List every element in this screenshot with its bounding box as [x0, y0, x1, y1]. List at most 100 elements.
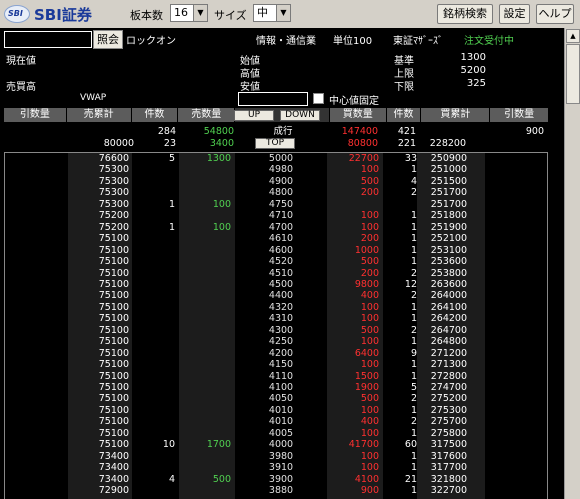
price-cell[interactable]: 4110 [235, 371, 327, 383]
price-cell[interactable]: 4320 [235, 302, 327, 314]
ladder-row[interactable]: 75300 1 100 4750 251700 [5, 199, 547, 211]
ladder-row[interactable]: 75100 4610 200 1 252100 [5, 233, 547, 245]
price-cell[interactable]: 4710 [235, 210, 327, 222]
top-button[interactable]: TOP [255, 138, 295, 149]
sell-cumulative-cell: 75300 [98, 187, 129, 199]
sell-count-cell [131, 383, 175, 394]
buy-cumulative-cell: 317600 [430, 450, 467, 462]
price-cell[interactable]: 4010 [235, 405, 327, 417]
ladder-row[interactable]: 73400 4 500 3900 4100 21 321800 [5, 473, 547, 486]
ladder-row[interactable]: 75100 4510 200 2 253800 [5, 268, 547, 280]
ladder-row[interactable]: 75100 4050 500 2 275200 [5, 393, 547, 405]
size-select[interactable]: 中 ▼ [253, 4, 291, 22]
query-button[interactable]: 照会 [93, 30, 123, 49]
ladder-row[interactable]: 75300 4900 500 4 251500 [5, 176, 547, 188]
board-count-select[interactable]: 16 ▼ [170, 4, 208, 22]
sell-qty-cell: 500 [212, 473, 231, 485]
ladder-row[interactable]: 75100 4200 6400 9 271200 [5, 347, 547, 360]
price-cell[interactable]: 4400 [235, 291, 327, 302]
buy-count-cell: 21 [404, 473, 417, 485]
price-cell[interactable]: 4100 [235, 382, 327, 394]
price-cell[interactable]: 4900 [235, 176, 327, 188]
up-button[interactable]: UP [234, 110, 274, 121]
scrollbar-thumb[interactable] [566, 44, 580, 104]
current-price-label: 現在値 [6, 56, 36, 67]
price-cell[interactable]: 3900 [235, 474, 327, 486]
ladder-row[interactable]: 75100 4010 100 1 275300 [5, 404, 547, 417]
price-cell[interactable]: 4520 [235, 256, 327, 268]
price-cell[interactable]: 4700 [235, 222, 327, 234]
buy-qty-cell: 100 [360, 359, 379, 371]
ladder-row[interactable]: 75100 10 1700 4000 41700 60 317500 [5, 439, 547, 451]
ladder-row[interactable]: 75100 4100 1900 5 274700 [5, 382, 547, 394]
price-cell[interactable]: 4750 [235, 199, 327, 211]
price-cell[interactable]: 4000 [235, 439, 327, 451]
ladder-row[interactable]: 75300 4980 100 1 251000 [5, 164, 547, 176]
price-cell[interactable]: 4010 [235, 417, 327, 428]
sell-qty-cell [177, 383, 231, 394]
chevron-down-icon: ▼ [276, 5, 290, 21]
center-fixed-checkbox[interactable] [313, 93, 324, 104]
buy-count-cell: 33 [404, 153, 417, 164]
ladder-row[interactable]: 76600 5 1300 5000 22700 33 250900 [5, 153, 547, 165]
price-cell[interactable]: 4980 [235, 165, 327, 176]
price-cell[interactable]: 4050 [235, 394, 327, 405]
price-cell[interactable]: 4200 [235, 348, 327, 360]
over-sell-count: 23 [163, 138, 176, 149]
price-cell[interactable]: 4610 [235, 233, 327, 245]
center-price-input[interactable] [238, 92, 308, 106]
ladder-row[interactable]: 75100 4300 500 2 264700 [5, 325, 547, 337]
buy-count-cell: 1 [410, 404, 417, 416]
sell-cumulative-cell: 75100 [98, 278, 129, 290]
buy-count-cell: 2 [410, 187, 417, 199]
buy-count-cell: 1 [410, 313, 417, 325]
vertical-scrollbar[interactable]: ▲ [564, 28, 580, 499]
ladder-row[interactable]: 75100 4400 400 2 264000 [5, 290, 547, 302]
price-cell[interactable]: 4250 [235, 336, 327, 348]
ladder-row[interactable]: 75100 4520 500 1 253600 [5, 256, 547, 268]
price-cell[interactable]: 4800 [235, 188, 327, 199]
ladder-row[interactable]: 73400 3980 100 1 317600 [5, 450, 547, 463]
price-cell[interactable]: 3980 [235, 451, 327, 463]
ladder-row[interactable]: 75100 4500 9800 12 263600 [5, 278, 547, 291]
ladder-row[interactable]: 75100 4005 100 1 275800 [5, 428, 547, 440]
stock-code-input[interactable] [4, 31, 92, 48]
price-cell[interactable]: 4005 [235, 428, 327, 440]
ladder-row[interactable]: 75300 4800 200 2 251700 [5, 187, 547, 199]
down-button[interactable]: DOWN [280, 110, 320, 121]
price-cell[interactable]: 4500 [235, 279, 327, 291]
buy-qty-cell: 500 [360, 393, 379, 405]
ladder-row[interactable]: 75200 4710 100 1 251800 [5, 210, 547, 222]
sell-cumulative-cell: 75100 [98, 347, 129, 359]
ladder-row[interactable]: 73400 3910 100 1 317700 [5, 462, 547, 474]
price-cell[interactable]: 5000 [235, 153, 327, 165]
settings-button[interactable]: 設定 [499, 4, 530, 24]
ladder-row[interactable]: 75100 4110 1500 1 272800 [5, 371, 547, 383]
sell-qty-cell [177, 486, 231, 497]
sell-cumulative-cell: 75100 [98, 290, 129, 302]
price-cell[interactable]: 4510 [235, 268, 327, 280]
ladder-row[interactable]: 75100 4250 100 1 264800 [5, 336, 547, 348]
header-buy-close-qty: 引数量 [490, 108, 549, 122]
scroll-up-icon[interactable]: ▲ [566, 29, 580, 43]
ladder-row[interactable]: 75100 4600 1000 1 253100 [5, 245, 547, 257]
stock-search-button[interactable]: 銘柄検索 [437, 4, 493, 24]
price-cell[interactable]: 4150 [235, 359, 327, 371]
buy-count-cell: 1 [410, 221, 417, 233]
price-cell[interactable]: 4310 [235, 313, 327, 325]
sell-qty-cell [177, 326, 231, 337]
sell-cumulative-cell: 75300 [98, 164, 129, 176]
ladder-row[interactable]: 75100 4150 100 1 271300 [5, 359, 547, 371]
price-cell[interactable]: 3910 [235, 462, 327, 474]
help-button[interactable]: ヘルプ [536, 4, 574, 24]
ladder-row[interactable]: 75200 1 100 4700 100 1 251900 [5, 221, 547, 234]
price-cell[interactable]: 3880 [235, 485, 327, 497]
sell-cumulative-cell: 76600 [98, 153, 129, 164]
price-cell[interactable]: 4600 [235, 245, 327, 257]
ladder-row[interactable]: 75100 4320 100 1 264100 [5, 302, 547, 314]
sell-count-cell [131, 337, 175, 348]
ladder-row[interactable]: 75100 4010 400 2 275700 [5, 417, 547, 428]
price-cell[interactable]: 4300 [235, 325, 327, 337]
ladder-row[interactable]: 72900 3880 900 1 322700 [5, 485, 547, 497]
ladder-row[interactable]: 75100 4310 100 1 264200 [5, 313, 547, 325]
